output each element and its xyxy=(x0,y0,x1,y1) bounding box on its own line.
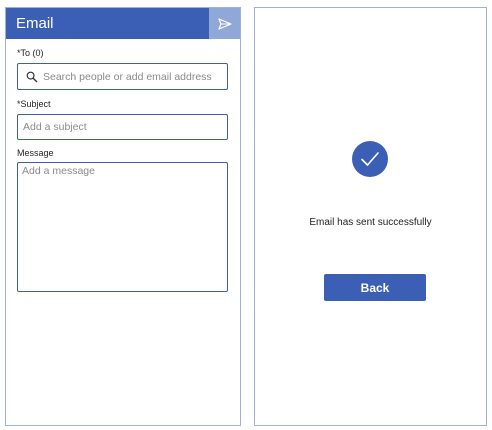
message-label: Message xyxy=(17,148,54,158)
back-button[interactable]: Back xyxy=(324,274,426,301)
success-screen: Email has sent successfully Back xyxy=(254,7,487,426)
success-message: Email has sent successfully xyxy=(309,217,432,228)
subject-input[interactable] xyxy=(18,115,227,139)
subject-field[interactable] xyxy=(17,114,228,140)
checkmark-icon xyxy=(361,152,379,166)
success-badge xyxy=(352,141,388,177)
message-input[interactable] xyxy=(18,163,227,291)
send-icon xyxy=(217,17,232,30)
to-field[interactable] xyxy=(17,63,228,90)
subject-label: *Subject xyxy=(17,99,51,109)
message-field[interactable] xyxy=(17,162,228,292)
page-title: Email xyxy=(16,15,54,32)
search-icon xyxy=(26,71,38,83)
to-label: *To (0) xyxy=(17,48,44,58)
compose-email-screen: Email *To (0) *Subject Message xyxy=(5,7,241,426)
to-input[interactable] xyxy=(43,64,225,89)
email-header: Email xyxy=(6,8,240,39)
send-button[interactable] xyxy=(209,8,240,39)
